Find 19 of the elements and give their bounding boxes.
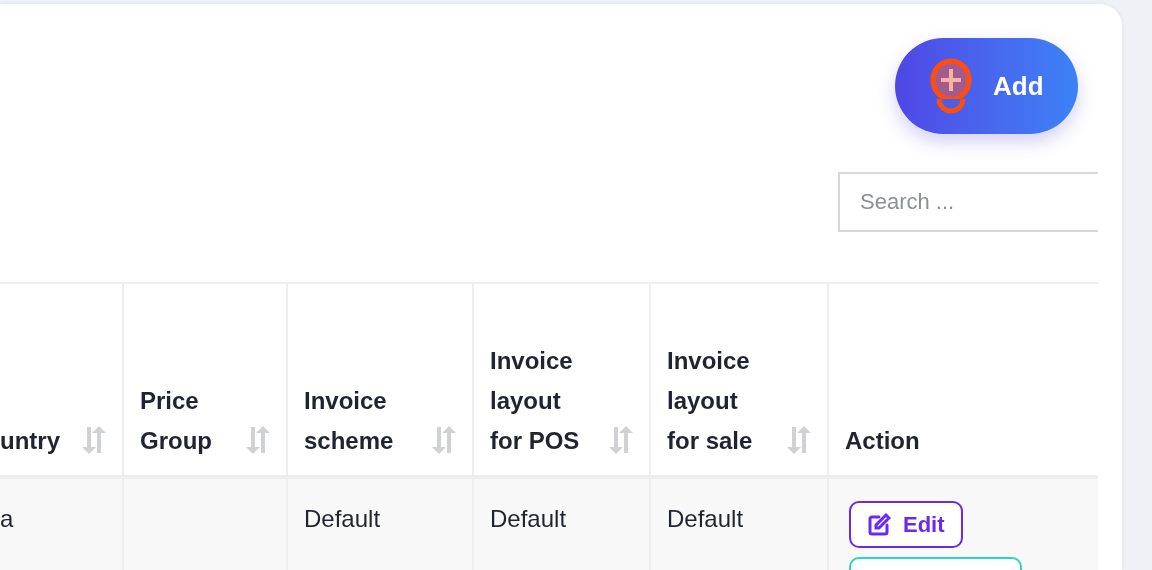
sort-icon[interactable] <box>430 425 458 455</box>
add-button[interactable]: Add <box>895 38 1078 134</box>
table-cell: Default <box>667 505 744 532</box>
edit-button[interactable]: Edit <box>849 501 963 548</box>
sort-icon[interactable] <box>80 425 108 455</box>
table-cell: Default <box>490 505 567 532</box>
table-cell: Default <box>304 505 381 532</box>
column-header[interactable]: untry <box>0 421 60 461</box>
column-header[interactable]: Invoice layout for sale <box>667 341 767 461</box>
column-header: Action <box>845 426 920 456</box>
edit-icon <box>867 512 891 537</box>
column-header[interactable]: Invoice scheme <box>304 381 404 461</box>
sort-icon[interactable] <box>785 425 813 455</box>
search-field[interactable]: Search ... <box>838 172 1098 232</box>
sort-icon[interactable] <box>244 425 272 455</box>
sort-icon[interactable] <box>607 425 635 455</box>
column-header[interactable]: Price Group <box>140 381 240 461</box>
column-header[interactable]: Invoice layout for POS <box>490 341 590 461</box>
table-cell: a <box>0 505 14 532</box>
